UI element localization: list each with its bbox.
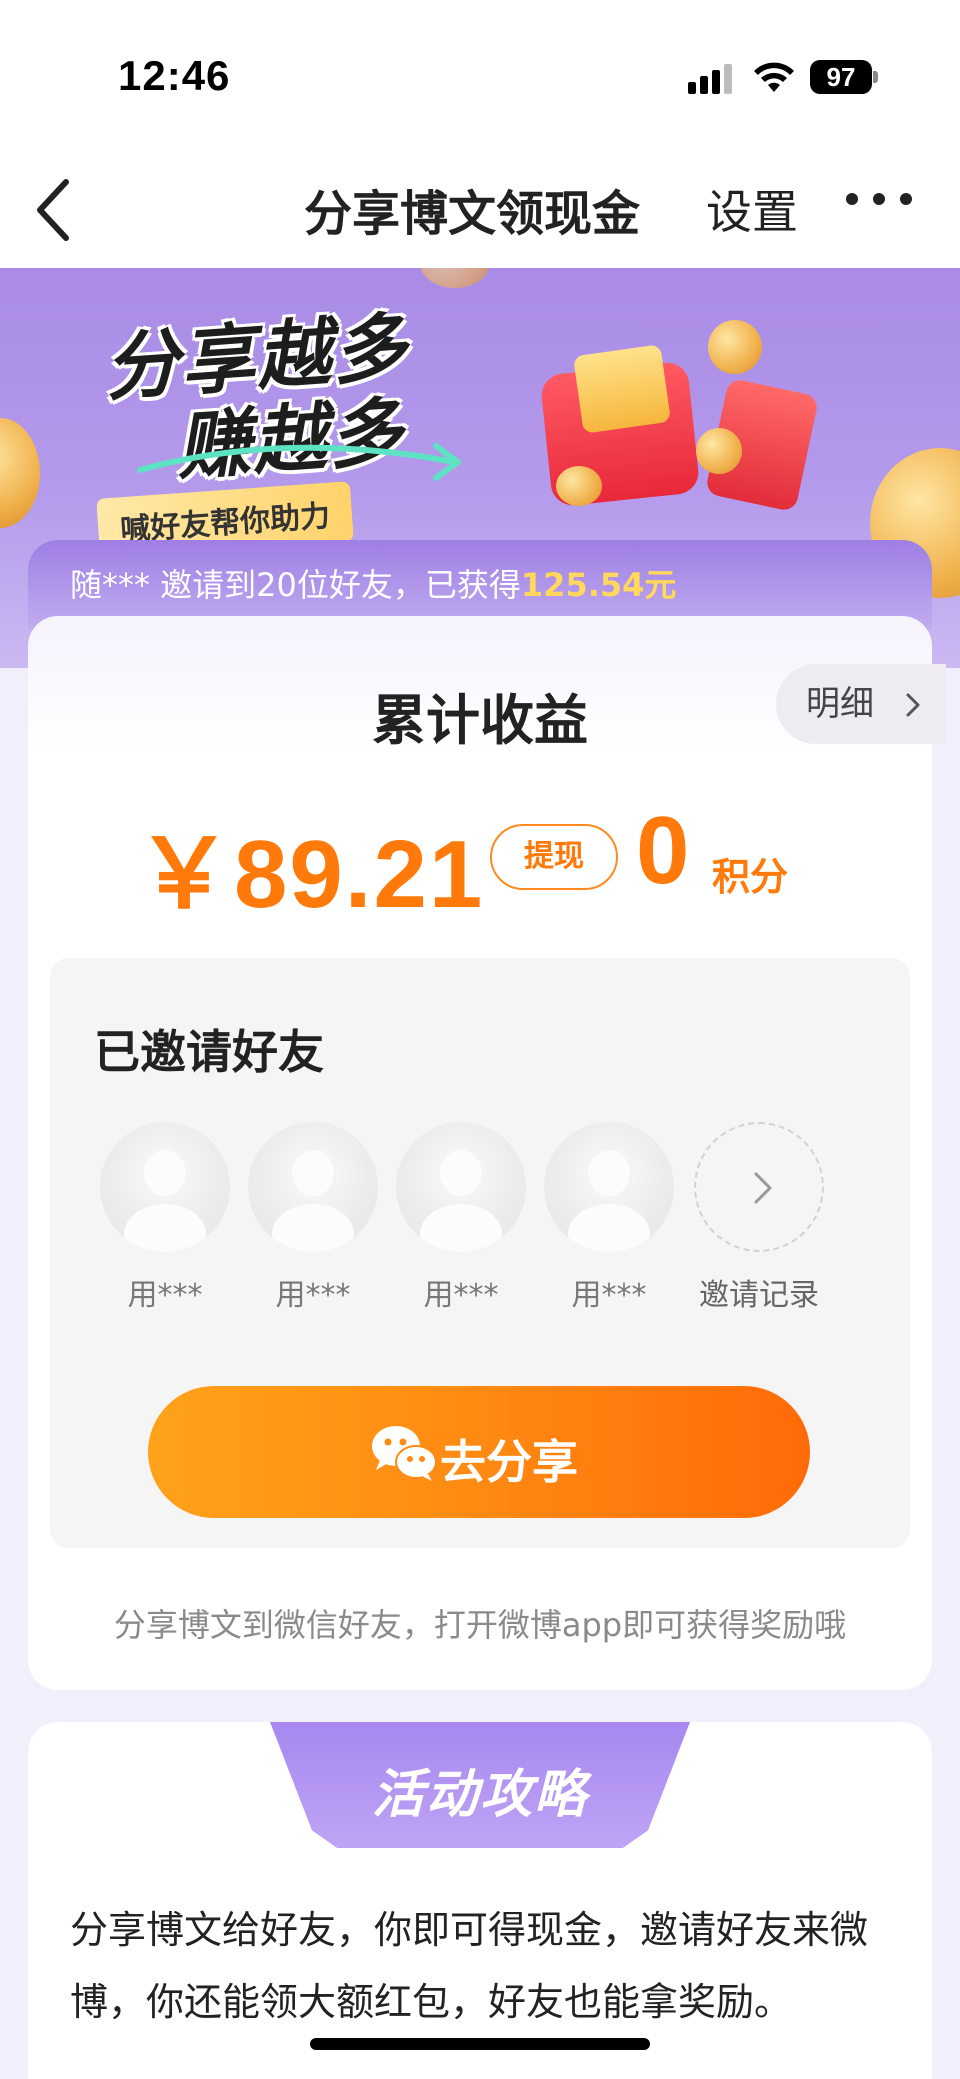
avatar [248,1122,378,1252]
friend-name: 用*** [571,1278,647,1313]
friend-name: 用*** [127,1278,203,1313]
arrow-decoration [137,443,461,481]
strategy-title: 活动攻略 [371,1765,588,1825]
chevron-right-icon [906,693,920,717]
share-button[interactable]: 去分享 [148,1386,810,1518]
detail-button[interactable]: 明细 [776,664,946,744]
status-bar: 12:46 97 [0,0,960,150]
strategy-text: 分享博文给好友，你即可得现金，邀请好友来微博，你还能领大额红包，好友也能拿奖励。 [70,1908,869,2024]
invite-record-circle[interactable] [694,1122,824,1252]
invite-record-button[interactable]: 邀请记录 [694,1122,824,1314]
status-time: 12:46 [118,52,231,99]
page-title: 分享博文领现金 [304,186,641,242]
coin-decoration [556,466,602,506]
battery-icon: 97 [810,60,872,94]
chevron-left-icon[interactable] [30,170,80,250]
withdraw-button[interactable]: 提现 [490,824,618,890]
points-label: 积分 [712,855,789,899]
coin-decoration [708,320,762,374]
friend-item: 用*** [100,1122,230,1314]
earnings-amount: ￥89.21 [136,821,485,928]
detail-label: 明细 [806,684,874,724]
points-value: 0 [636,797,690,904]
wechat-icon [372,1426,437,1481]
chevron-right-icon [754,1172,772,1204]
ticker-amount: 125.54元 [520,566,677,604]
strategy-card: 活动攻略 分享博文给好友，你即可得现金，邀请好友来微博，你还能领大额红包，好友也… [28,1722,932,2079]
battery-cap [873,71,878,83]
avatar [100,1122,230,1252]
earnings-card: 累计收益 明细 ￥89.21 提现 0 积分 已邀请好友 用*** 用*** 用… [28,616,946,1690]
coin-decoration [696,428,742,474]
ticker-text: 随*** 邀请到20位好友，已获得125.54元 [70,560,676,606]
gold-ingot-icon [573,344,671,434]
share-hint: 分享博文到微信好友，打开微博app即可获得奖励哦 [113,1606,847,1644]
friend-name: 用*** [275,1278,351,1313]
avatar [396,1122,526,1252]
friend-item: 用*** [396,1122,526,1314]
nav-bar: 分享博文领现金 设置 [0,150,960,268]
friend-item: 用*** [544,1122,674,1314]
invite-record-label: 邀请记录 [699,1278,819,1313]
share-button-label: 去分享 [440,1435,578,1489]
signal-icon [688,64,732,94]
invited-friends-panel: 已邀请好友 用*** 用*** 用*** 用*** 邀请记录 去分享 [50,958,910,1548]
home-indicator [310,2038,650,2050]
ticker-message: 随*** 邀请到20位好友，已获得 [70,566,521,604]
more-dots-icon[interactable] [846,190,946,220]
friend-item: 用*** [248,1122,378,1314]
coin-decoration [420,268,490,288]
wifi-icon [754,62,794,92]
invited-friends-title: 已邀请好友 [94,1025,324,1079]
coin-decoration [0,418,40,528]
settings-button[interactable]: 设置 [706,176,798,242]
avatar [544,1122,674,1252]
friend-name: 用*** [423,1278,499,1313]
